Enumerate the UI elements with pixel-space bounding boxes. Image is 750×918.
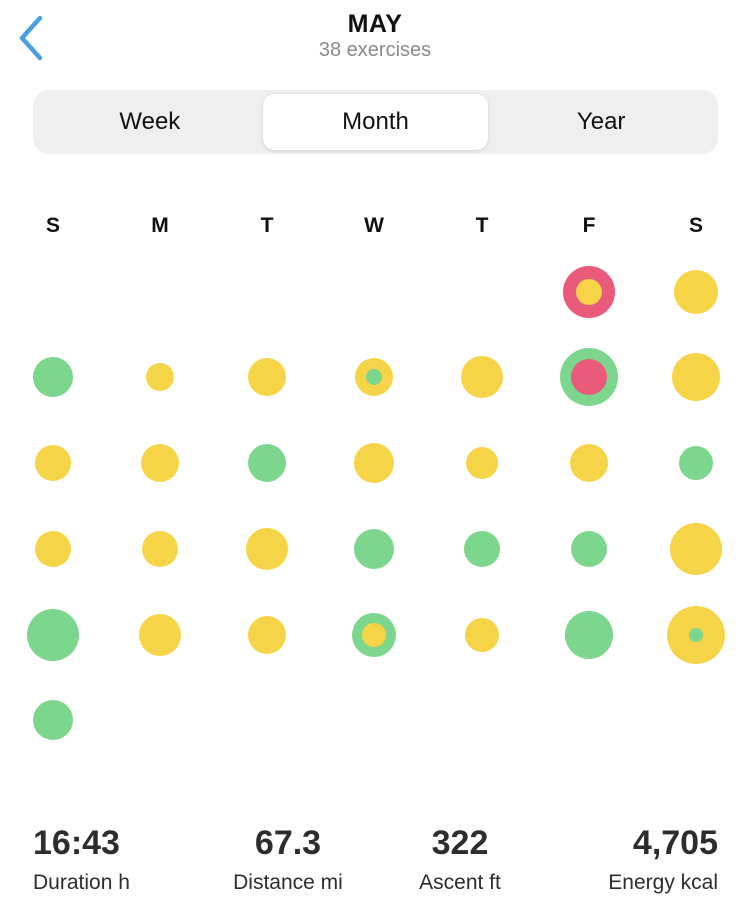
- activity-dot: [354, 529, 394, 569]
- activity-dot: [248, 616, 286, 654]
- activity-dot: [139, 614, 181, 656]
- calendar-day[interactable]: [352, 613, 396, 657]
- header: MAY 38 exercises: [0, 8, 750, 62]
- activity-dot: [570, 444, 608, 482]
- page-title: MAY: [347, 10, 403, 38]
- calendar-day[interactable]: [571, 531, 607, 567]
- calendar-day[interactable]: [33, 357, 73, 397]
- calendar-day[interactable]: [355, 358, 393, 396]
- stat-label: Energy kcal: [608, 871, 718, 894]
- calendar-day[interactable]: [33, 700, 73, 740]
- stat-ascent: 322 Ascent ft: [400, 822, 520, 898]
- activity-dot: [354, 443, 394, 483]
- weekday-label: T: [260, 214, 274, 237]
- weekday-label: M: [151, 214, 169, 237]
- weekday-label: S: [45, 214, 60, 237]
- tab-month[interactable]: Month: [262, 94, 489, 150]
- calendar-day[interactable]: [142, 531, 178, 567]
- calendar-day[interactable]: [466, 447, 498, 479]
- stat-value: 67.3: [254, 824, 322, 862]
- calendar-day[interactable]: [670, 523, 722, 575]
- summary-stats: 16:43 Duration h 67.3 Distance mi 322 As…: [0, 822, 750, 912]
- activity-dot: [248, 444, 286, 482]
- calendar-day[interactable]: [563, 266, 615, 318]
- calendar-day[interactable]: [565, 611, 613, 659]
- weekday-label: W: [364, 214, 384, 237]
- activity-dot: [142, 531, 178, 567]
- exercise-count: 38 exercises: [318, 39, 432, 61]
- calendar-day[interactable]: [570, 444, 608, 482]
- activity-dot: [576, 279, 602, 305]
- activity-dot: [464, 531, 500, 567]
- calendar-day[interactable]: [667, 606, 725, 664]
- calendar-day[interactable]: [465, 618, 499, 652]
- activity-dot: [565, 611, 613, 659]
- calendar-day[interactable]: [560, 348, 618, 406]
- activity-dot: [679, 446, 713, 480]
- activity-dot: [461, 356, 503, 398]
- weekday-label: S: [688, 214, 703, 237]
- activity-dot: [366, 369, 382, 385]
- calendar-day[interactable]: [464, 531, 500, 567]
- activity-dot: [146, 363, 174, 391]
- activity-dot: [571, 531, 607, 567]
- activity-dot: [141, 444, 179, 482]
- activity-dot: [246, 528, 288, 570]
- activity-dot: [689, 628, 703, 642]
- calendar-day[interactable]: [35, 445, 71, 481]
- stat-energy: 4,705 Energy kcal: [608, 822, 718, 898]
- calendar-day[interactable]: [35, 531, 71, 567]
- calendar-day[interactable]: [354, 443, 394, 483]
- calendar-day[interactable]: [248, 444, 286, 482]
- stat-value: 16:43: [33, 824, 120, 862]
- activity-dot: [35, 445, 71, 481]
- activity-dot: [466, 447, 498, 479]
- period-segmented-control: Week Month Year: [33, 90, 718, 154]
- activity-dot: [571, 359, 607, 395]
- calendar-day[interactable]: [27, 609, 79, 661]
- activity-dot: [672, 353, 720, 401]
- stat-duration: 16:43 Duration h: [33, 822, 130, 898]
- activity-dot: [248, 358, 286, 396]
- calendar-day[interactable]: [679, 446, 713, 480]
- activity-dot: [27, 609, 79, 661]
- calendar-day[interactable]: [246, 528, 288, 570]
- activity-dot: [33, 357, 73, 397]
- activity-dot: [362, 623, 386, 647]
- calendar-day[interactable]: [141, 444, 179, 482]
- activity-dot: [35, 531, 71, 567]
- calendar-day[interactable]: [674, 270, 718, 314]
- calendar-day[interactable]: [672, 353, 720, 401]
- activity-dot: [465, 618, 499, 652]
- stat-value: 322: [431, 824, 489, 862]
- activity-dot: [33, 700, 73, 740]
- calendar-day[interactable]: [146, 363, 174, 391]
- calendar-day[interactable]: [248, 358, 286, 396]
- stat-label: Distance mi: [233, 871, 343, 894]
- activity-dot: [670, 523, 722, 575]
- calendar-day[interactable]: [248, 616, 286, 654]
- stat-distance: 67.3 Distance mi: [213, 822, 363, 898]
- weekday-label: F: [582, 214, 596, 237]
- weekday-header: S M T W T F S: [0, 214, 750, 244]
- activity-dot: [674, 270, 718, 314]
- calendar-day[interactable]: [461, 356, 503, 398]
- weekday-label: T: [475, 214, 489, 237]
- calendar-day[interactable]: [354, 529, 394, 569]
- stat-value: 4,705: [632, 824, 718, 862]
- tab-week[interactable]: Week: [37, 94, 263, 150]
- tab-year[interactable]: Year: [488, 94, 714, 150]
- calendar-day[interactable]: [139, 614, 181, 656]
- stat-label: Duration h: [33, 871, 130, 894]
- stat-label: Ascent ft: [419, 871, 501, 894]
